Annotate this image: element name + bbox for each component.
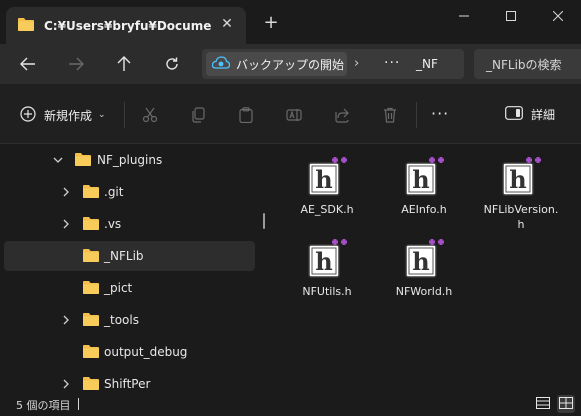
new-button-label: 新規作成 [44, 108, 93, 123]
breadcrumb-current[interactable]: _NF [416, 57, 438, 71]
c-header-file-icon: h [402, 237, 446, 281]
file-item[interactable]: h AE_SDK.h [285, 151, 369, 235]
window-tab[interactable]: C:¥Users¥bryfu¥Documents¥A ✕ [6, 7, 246, 44]
chevron-right-icon[interactable] [60, 218, 72, 230]
chevron-right-icon[interactable] [60, 186, 72, 198]
copy-icon[interactable] [189, 106, 207, 124]
tree-item-shiftper[interactable]: ShiftPer [4, 369, 255, 392]
maximize-button[interactable] [488, 0, 534, 32]
breadcrumb-backup-label: バックアップの開始 [236, 57, 345, 72]
forward-arrow-icon[interactable] [66, 54, 86, 74]
file-item[interactable]: h NFUtils.h [285, 233, 369, 317]
folder-icon [83, 280, 99, 297]
folder-icon [83, 216, 99, 233]
address-bar[interactable]: バックアップの開始 › ··· _NF [202, 49, 464, 79]
breadcrumb-separator: › [354, 56, 360, 71]
file-item[interactable]: h NFWorld.h [382, 233, 466, 317]
toolbar-divider [416, 102, 417, 128]
tree-item-label: output_debug [104, 345, 188, 359]
tab-title: C:¥Users¥bryfu¥Documents¥A [44, 18, 212, 33]
rename-icon[interactable] [285, 106, 303, 124]
folder-icon [83, 376, 99, 393]
details-button[interactable]: 詳細 [505, 106, 555, 123]
file-item[interactable]: h NFLibVersion.h [479, 151, 563, 235]
details-button-label: 詳細 [531, 108, 556, 122]
tree-item-pict[interactable]: _pict [4, 273, 255, 303]
item-count: 5 個の項目 [16, 399, 71, 412]
tree-item-label: .git [104, 185, 124, 199]
tree-item-nf-plugins[interactable]: NF_plugins [4, 145, 255, 175]
c-header-file-icon: h [499, 155, 543, 199]
tree-item-nflib[interactable]: _NFLib [4, 241, 255, 271]
new-button[interactable]: 新規作成 ⌄ [20, 104, 106, 126]
close-window-button[interactable] [535, 0, 581, 32]
folder-icon [75, 152, 91, 169]
toolbar-divider [124, 102, 125, 128]
folder-icon [83, 248, 99, 265]
file-item[interactable]: h AEInfo.h [382, 151, 466, 235]
minimize-button[interactable] [441, 0, 487, 32]
svg-text:h: h [412, 165, 429, 194]
chevron-down-icon[interactable] [52, 154, 64, 166]
file-name: NFLibVersion.h [483, 203, 559, 231]
back-arrow-icon[interactable] [18, 54, 38, 74]
details-pane-icon [505, 106, 523, 123]
folder-icon [83, 312, 99, 329]
details-view-button[interactable] [534, 395, 552, 413]
tree-item-label: _NFLib [104, 249, 144, 263]
svg-text:h: h [509, 165, 526, 194]
chevron-right-icon[interactable] [60, 378, 72, 390]
navigation-pane: NF_plugins .git .vs _NFLib _pict _tools … [0, 145, 268, 392]
cloud-backup-icon [211, 55, 231, 73]
tree-item-tools[interactable]: _tools [4, 305, 255, 335]
delete-icon[interactable] [381, 106, 399, 124]
cut-icon[interactable] [141, 106, 159, 124]
tree-item-label: .vs [104, 217, 122, 231]
svg-text:h: h [412, 247, 429, 276]
folder-icon [83, 184, 99, 201]
c-header-file-icon: h [305, 237, 349, 281]
file-name: NFUtils.h [302, 285, 352, 298]
title-bar: C:¥Users¥bryfu¥Documents¥A ✕ + [0, 0, 581, 44]
grid-view-icon [559, 396, 573, 412]
plus-circle-icon [20, 105, 36, 125]
tree-item-output-debug[interactable]: output_debug [4, 337, 255, 367]
tree-item-label: _pict [104, 281, 133, 295]
tree-item-label: _tools [104, 313, 139, 327]
folder-icon [83, 344, 99, 361]
tree-item-label: NF_plugins [97, 153, 163, 167]
up-arrow-icon[interactable] [114, 54, 134, 74]
tree-item-label: ShiftPer [104, 377, 151, 391]
command-bar: 新規作成 ⌄ ··· 詳細 [0, 84, 581, 144]
breadcrumb-backup[interactable]: バックアップの開始 [206, 52, 347, 76]
close-tab-icon[interactable]: ✕ [220, 17, 234, 31]
large-icons-view-button[interactable] [557, 395, 575, 413]
new-tab-button[interactable]: + [262, 14, 280, 32]
search-placeholder: _NFLibの検索 [486, 57, 562, 72]
more-options-button[interactable]: ··· [431, 104, 449, 123]
refresh-icon[interactable] [162, 54, 182, 74]
c-header-file-icon: h [305, 155, 349, 199]
status-divider [78, 398, 79, 410]
navigation-bar: バックアップの開始 › ··· _NF _NFLibの検索 [0, 44, 581, 84]
search-input[interactable]: _NFLibの検索 [474, 49, 581, 79]
file-name: AE_SDK.h [300, 203, 354, 216]
sidebar-scrollbar[interactable] [263, 213, 265, 229]
c-header-file-icon: h [402, 155, 446, 199]
svg-text:h: h [315, 247, 332, 276]
chevron-down-icon: ⌄ [98, 110, 106, 120]
chevron-right-icon[interactable] [60, 314, 72, 326]
file-name: AEInfo.h [401, 203, 447, 216]
list-view-icon [536, 396, 550, 412]
share-icon[interactable] [333, 106, 351, 124]
file-list: h AE_SDK.h h AEInfo.h h NFLibVersion.h h… [268, 145, 581, 392]
paste-icon[interactable] [237, 106, 255, 124]
breadcrumb-overflow-button[interactable]: ··· [384, 55, 400, 71]
tree-item-vs[interactable]: .vs [4, 209, 255, 239]
svg-text:h: h [315, 165, 332, 194]
status-bar: 5 個の項目 [0, 392, 581, 416]
tree-item-git[interactable]: .git [4, 177, 255, 207]
file-name: NFWorld.h [395, 285, 453, 298]
folder-icon [18, 17, 34, 34]
